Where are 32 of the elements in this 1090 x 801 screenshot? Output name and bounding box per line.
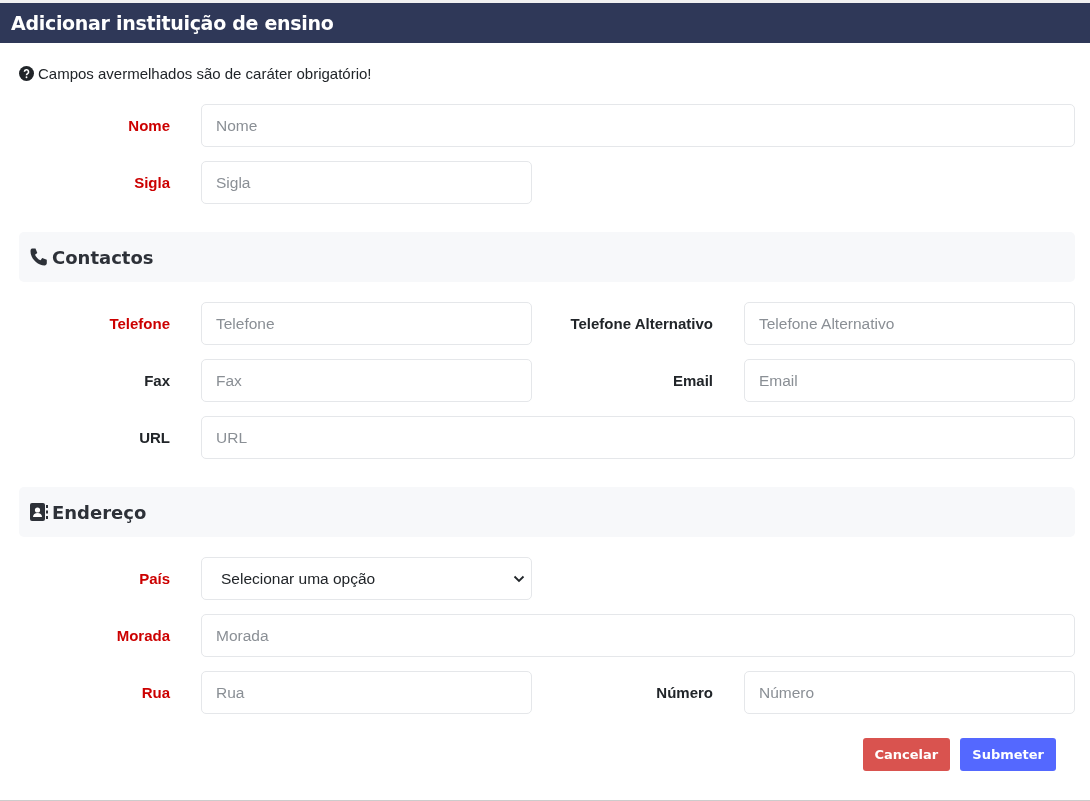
section-title: Endereço [52,501,147,523]
text-input[interactable]: Rua [201,671,532,714]
text-input[interactable]: Número [744,671,1075,714]
field-label: Morada [115,627,171,644]
field-label: Fax [143,372,171,389]
text-input[interactable]: Telefone [201,302,532,345]
field-label: País [138,570,171,587]
text-input[interactable]: URL [201,416,1075,459]
field-label: Telefone [108,315,171,332]
select-dropdown[interactable]: Selecionar uma opção [201,557,532,600]
section-title: Contactos [52,246,154,268]
text-input[interactable]: Morada [201,614,1075,657]
phone-icon [29,247,49,267]
field-label: Número [655,684,714,701]
field-label: Sigla [133,174,171,191]
field-label: URL [138,429,171,446]
text-input[interactable]: Sigla [201,161,532,204]
field-label: Rua [140,684,171,701]
cancel-button[interactable]: Cancelar [862,738,951,771]
field-label: Email [671,372,714,389]
field-label: Telefone Alternativo [569,315,714,332]
help-icon [19,66,34,81]
text-input[interactable]: Nome [201,104,1075,147]
submit-button[interactable]: Submeter [960,738,1056,771]
address-book-icon [29,502,49,522]
required-notice: Campos avermelhados são de caráter obrigatório! [38,65,372,82]
page-title: Adicionar instituição de ensino [11,12,334,34]
text-input[interactable]: Email [744,359,1075,402]
field-label: Nome [127,117,171,134]
text-input[interactable]: Telefone Alternativo [744,302,1075,345]
chevron-down-icon [513,574,525,583]
text-input[interactable]: Fax [201,359,532,402]
